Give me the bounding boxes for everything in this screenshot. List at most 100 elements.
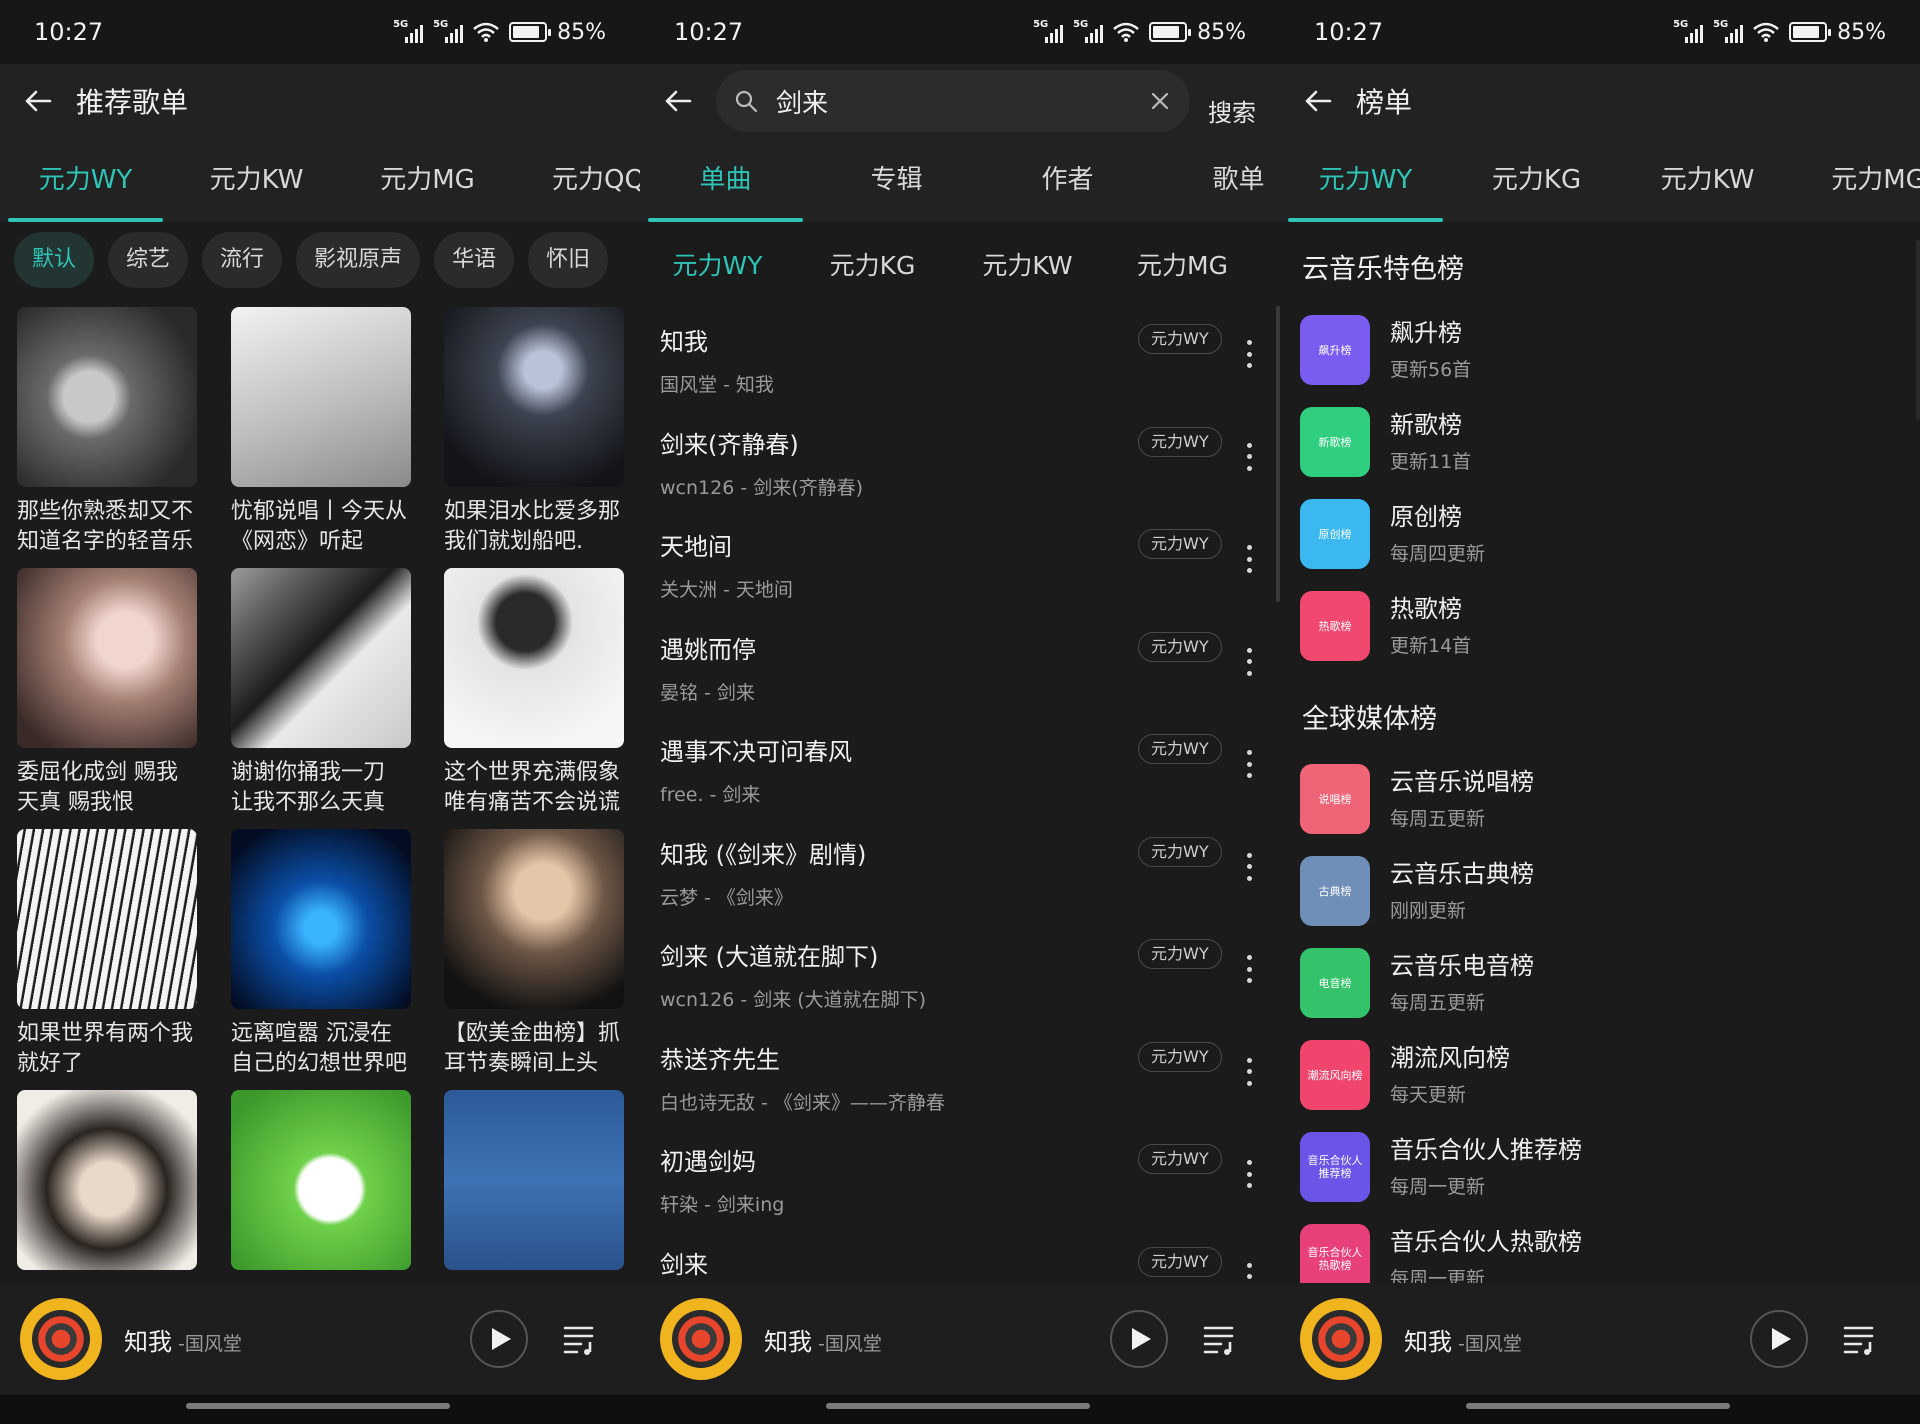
source-tabs: 元力WY 元力KW 元力MG 元力QQ [0, 138, 640, 222]
song-row[interactable]: 天地间 关大洲 - 天地间 元力WY [640, 511, 1280, 614]
playlist-title: 谢谢你捅我一刀 让我不那么天真 [231, 760, 386, 815]
chart-update: 更新56首 [1390, 359, 1472, 381]
tab-source-2[interactable]: 元力KW [171, 138, 342, 222]
song-row[interactable]: 初遇剑妈 轩染 - 剑来ing 元力WY [640, 1126, 1280, 1229]
playlist-card[interactable]: 忧郁说唱丨今天从 《网恋》听起 [231, 307, 411, 557]
chart-item[interactable]: 音乐合伙人推荐榜 音乐合伙人推荐榜 每周一更新 [1300, 1124, 1900, 1216]
song-row[interactable]: 遇姚而停 晏铭 - 剑来 元力WY [640, 614, 1280, 717]
tab-source-3[interactable]: 元力KW [1622, 138, 1793, 222]
chart-update: 每天更新 [1390, 1084, 1467, 1106]
home-indicator[interactable] [186, 1403, 450, 1409]
play-button[interactable] [470, 1310, 528, 1368]
playlist-card[interactable]: 这个世界充满假象 唯有痛苦不会说谎 [444, 568, 624, 818]
source-tab-2[interactable]: 元力KG [795, 246, 950, 282]
playlist-card[interactable] [231, 1090, 411, 1270]
mini-player[interactable]: 知我 -国风堂 [640, 1283, 1280, 1395]
tab-songs[interactable]: 单曲 [640, 138, 811, 222]
album-disc-icon[interactable] [20, 1298, 102, 1380]
back-button[interactable] [0, 64, 76, 138]
song-row[interactable]: 恭送齐先生 白也诗无敌 - 《剑来》——齐静春 元力WY [640, 1024, 1280, 1127]
playlist-card[interactable]: 谢谢你捅我一刀 让我不那么天真 [231, 568, 411, 818]
source-badge: 元力WY [1138, 1144, 1222, 1174]
chip-variety[interactable]: 综艺 [108, 232, 189, 288]
source-tab-1[interactable]: 元力WY [640, 246, 795, 282]
song-row[interactable]: 知我 (《剑来》剧情) 云梦 - 《剑来》 元力WY [640, 819, 1280, 922]
chart-item[interactable]: 电音榜 云音乐电音榜 每周五更新 [1300, 940, 1900, 1032]
source-badge: 元力WY [1138, 939, 1222, 969]
source-badge: 元力WY [1138, 1246, 1222, 1277]
scrollbar[interactable] [1916, 240, 1920, 420]
playlist-card[interactable]: 如果世界有两个我 就好了 [17, 829, 197, 1079]
chart-name: 云音乐说唱榜 [1390, 768, 1534, 796]
more-icon[interactable] [1238, 849, 1260, 885]
song-subtitle: 晏铭 - 剑来 [660, 681, 755, 704]
playlist-queue-button[interactable] [540, 1310, 620, 1368]
playlist-card[interactable] [17, 1090, 197, 1270]
album-disc-icon[interactable] [660, 1298, 742, 1380]
playlist-card[interactable]: 那些你熟悉却又不 知道名字的轻音乐 [17, 307, 197, 557]
mini-player[interactable]: 知我 -国风堂 [0, 1283, 640, 1395]
more-icon[interactable] [1238, 746, 1260, 782]
source-tab-3[interactable]: 元力KW [950, 246, 1105, 282]
chart-item[interactable]: 音乐合伙人热歌榜 音乐合伙人热歌榜 每周一更新 [1300, 1216, 1900, 1283]
play-button[interactable] [1110, 1310, 1168, 1368]
chart-item[interactable]: 新歌榜 新歌榜 更新11首 [1300, 399, 1900, 491]
more-icon[interactable] [1238, 541, 1260, 577]
chart-item[interactable]: 古典榜 云音乐古典榜 刚刚更新 [1300, 848, 1900, 940]
more-icon[interactable] [1238, 1054, 1260, 1090]
chip-chinese[interactable]: 华语 [434, 232, 515, 288]
playlist-card[interactable]: 【欧美金曲榜】抓 耳节奏瞬间上头 [444, 829, 624, 1079]
tab-albums[interactable]: 专辑 [811, 138, 982, 222]
search-button[interactable]: 搜索 [1208, 93, 1256, 128]
source-tabs: 元力WY 元力KG 元力KW 元力MG [640, 222, 1280, 306]
more-icon[interactable] [1238, 439, 1260, 475]
signal-icon: 5G [1713, 19, 1744, 43]
song-title: 知我 (《剑来》剧情) [660, 840, 867, 869]
back-button[interactable] [640, 64, 716, 138]
back-button[interactable] [1280, 64, 1356, 138]
playlist-card[interactable]: 委屈化成剑 赐我 天真 赐我恨 [17, 568, 197, 818]
song-row[interactable]: 知我 国风堂 - 知我 元力WY [640, 306, 1280, 409]
more-icon[interactable] [1238, 951, 1260, 987]
song-row[interactable]: 遇事不决可问春风 free. - 剑来 元力WY [640, 716, 1280, 819]
tab-source-3[interactable]: 元力MG [342, 138, 513, 222]
playlist-card[interactable]: 远离喧嚣 沉浸在 自己的幻想世界吧 [231, 829, 411, 1079]
chip-pop[interactable]: 流行 [202, 232, 283, 288]
song-row[interactable]: 剑来 (大道就在脚下) wcn126 - 剑来 (大道就在脚下) 元力WY [640, 921, 1280, 1024]
status-bar: 10:27 5G 5G 85% [640, 0, 1280, 64]
home-indicator[interactable] [826, 1403, 1090, 1409]
more-icon[interactable] [1238, 336, 1260, 372]
playlist-card[interactable]: 如果泪水比爱多那 我们就划船吧. [444, 307, 624, 557]
tab-source-1[interactable]: 元力WY [1280, 138, 1451, 222]
chip-default[interactable]: 默认 [14, 232, 95, 288]
play-button[interactable] [1750, 1310, 1808, 1368]
chart-item[interactable]: 原创榜 原创榜 每周四更新 [1300, 491, 1900, 583]
chart-item[interactable]: 潮流风向榜 潮流风向榜 每天更新 [1300, 1032, 1900, 1124]
playlist-cover [231, 829, 411, 1009]
song-row[interactable]: 剑来(齐静春) wcn126 - 剑来(齐静春) 元力WY [640, 409, 1280, 512]
tab-source-2[interactable]: 元力KG [1451, 138, 1622, 222]
more-icon[interactable] [1238, 1156, 1260, 1192]
more-icon[interactable] [1238, 644, 1260, 680]
clear-icon[interactable] [1148, 89, 1172, 113]
playlist-card[interactable] [444, 1090, 624, 1270]
chip-soundtrack[interactable]: 影视原声 [296, 232, 421, 288]
tab-source-1[interactable]: 元力WY [0, 138, 171, 222]
playlist-queue-button[interactable] [1180, 1310, 1260, 1368]
chart-item[interactable]: 热歌榜 热歌榜 更新14首 [1300, 583, 1900, 675]
playlist-queue-button[interactable] [1820, 1310, 1900, 1368]
tab-source-4[interactable]: 元力QQ [513, 138, 640, 222]
mini-player[interactable]: 知我 -国风堂 [1280, 1283, 1920, 1395]
search-input[interactable]: 剑来 [716, 70, 1190, 132]
tab-artists[interactable]: 作者 [982, 138, 1153, 222]
chip-nostalgic[interactable]: 怀旧 [528, 232, 609, 288]
album-disc-icon[interactable] [1300, 1298, 1382, 1380]
chart-item[interactable]: 说唱榜 云音乐说唱榜 每周五更新 [1300, 756, 1900, 848]
tab-source-4[interactable]: 元力MG [1793, 138, 1920, 222]
tab-playlists[interactable]: 歌单 [1153, 138, 1280, 222]
chart-item[interactable]: 飙升榜 飙升榜 更新56首 [1300, 307, 1900, 399]
charts-screen: 10:27 5G 5G 85% 榜单 元力WY 元力KG 元力KW 元力MG 云… [1280, 0, 1920, 1424]
home-indicator[interactable] [1466, 1403, 1730, 1409]
source-tab-4[interactable]: 元力MG [1105, 246, 1260, 282]
chart-update: 每周四更新 [1390, 543, 1486, 565]
